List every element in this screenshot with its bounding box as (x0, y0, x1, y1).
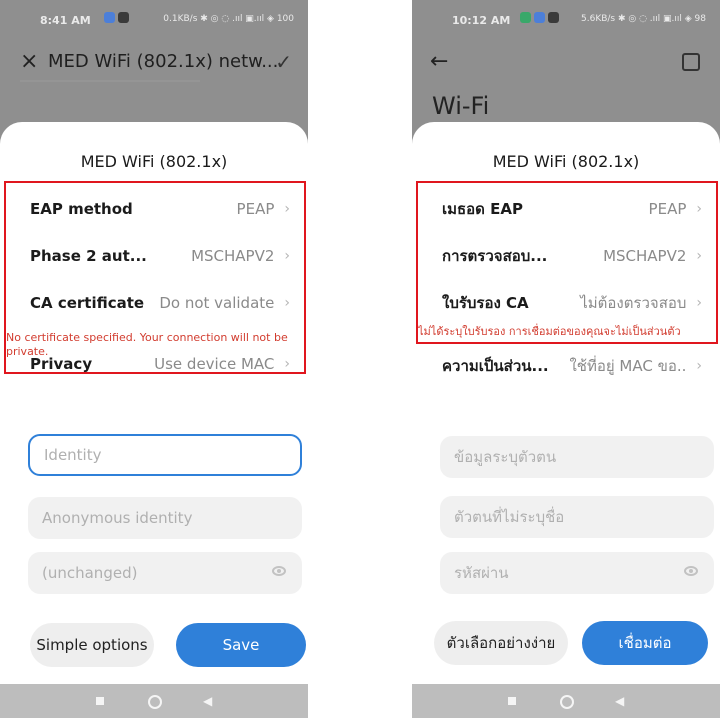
status-app-icons (104, 12, 129, 23)
identity-input[interactable]: Identity (28, 434, 302, 476)
identity-placeholder: Identity (44, 446, 102, 464)
sheet-title: MED WiFi (802.1x) (80, 152, 228, 171)
system-navigation-bar: ◀ (0, 684, 308, 718)
privacy-value: Use device MAC (154, 355, 275, 373)
recents-square-icon[interactable] (508, 697, 516, 705)
notification-app-icon (520, 12, 531, 23)
confirm-check-icon[interactable]: ✓ (275, 44, 292, 80)
privacy-row[interactable]: Privacy Use device MAC › (30, 352, 290, 376)
network-title: MED WiFi (802.1x) netw... (48, 51, 279, 72)
highlight-box (4, 181, 306, 374)
system-navigation-bar: ◀ (412, 684, 720, 718)
back-arrow-icon[interactable]: ← (430, 44, 448, 80)
top-app-bar: × MED WiFi (802.1x) netw... ✓ (0, 44, 308, 84)
phone-screen-thai: 10:12 AM 5.6KB/s ✱ ◎ ◌ .ııl ▣.ııl ◈ 98 ←… (412, 0, 720, 718)
notification-app-icon (548, 12, 559, 23)
network-config-sheet: MED WiFi (802.1x) เมธอด EAP PEAP › การตร… (412, 122, 720, 684)
top-app-bar: ← (412, 44, 720, 84)
eye-icon[interactable] (684, 566, 698, 576)
anonymous-identity-placeholder: ตัวตนที่ไม่ระบุชื่อ (454, 508, 565, 526)
highlight-box (416, 181, 718, 344)
network-config-sheet: MED WiFi (802.1x) EAP method PEAP › Phas… (0, 122, 308, 684)
chevron-right-icon: › (696, 358, 702, 374)
simple-options-button[interactable]: Simple options (30, 623, 154, 667)
close-icon[interactable]: × (20, 44, 38, 80)
privacy-value: ใช้ที่อยู่ MAC ขอ.. (569, 357, 687, 375)
identity-placeholder: ข้อมูลระบุตัวตน (454, 448, 557, 466)
home-circle-icon[interactable] (560, 695, 574, 709)
password-placeholder: รหัสผ่าน (454, 564, 509, 582)
save-button[interactable]: Save (176, 623, 306, 667)
privacy-row[interactable]: ความเป็นส่วน... ใช้ที่อยู่ MAC ขอ.. › (442, 354, 702, 378)
notification-app-icon (104, 12, 115, 23)
status-bar: 8:41 AM 0.1KB/s ✱ ◎ ◌ .ııl ▣.ııl ◈ 100 (0, 0, 308, 34)
status-app-icons (520, 12, 559, 23)
simple-options-button[interactable]: ตัวเลือกอย่างง่าย (434, 621, 568, 665)
sheet-title: MED WiFi (802.1x) (492, 152, 640, 171)
privacy-label: Privacy (30, 355, 93, 373)
password-input[interactable]: (unchanged) (28, 552, 302, 594)
anonymous-identity-input[interactable]: Anonymous identity (28, 497, 302, 539)
eye-icon[interactable] (272, 566, 286, 576)
back-triangle-icon[interactable]: ◀ (203, 694, 212, 708)
notification-app-icon (534, 12, 545, 23)
password-input[interactable]: รหัสผ่าน (440, 552, 714, 594)
notification-app-icon (118, 12, 129, 23)
anonymous-identity-placeholder: Anonymous identity (42, 509, 193, 527)
qr-scan-icon[interactable] (682, 53, 700, 71)
page-title: Wi-Fi (432, 92, 490, 120)
home-circle-icon[interactable] (148, 695, 162, 709)
status-time: 8:41 AM (40, 14, 91, 27)
status-time: 10:12 AM (452, 14, 511, 27)
status-network-indicators: 5.6KB/s ✱ ◎ ◌ .ııl ▣.ııl ◈ 98 (581, 14, 706, 24)
underlying-row-peek (20, 80, 200, 86)
password-placeholder: (unchanged) (42, 564, 138, 582)
privacy-label: ความเป็นส่วน... (442, 357, 549, 375)
status-network-indicators: 0.1KB/s ✱ ◎ ◌ .ııl ▣.ııl ◈ 100 (163, 14, 294, 24)
phone-screen-english: 8:41 AM 0.1KB/s ✱ ◎ ◌ .ııl ▣.ııl ◈ 100 ×… (0, 0, 308, 718)
recents-square-icon[interactable] (96, 697, 104, 705)
anonymous-identity-input[interactable]: ตัวตนที่ไม่ระบุชื่อ (440, 496, 714, 538)
status-bar: 10:12 AM 5.6KB/s ✱ ◎ ◌ .ııl ▣.ııl ◈ 98 (412, 0, 720, 34)
identity-input[interactable]: ข้อมูลระบุตัวตน (440, 436, 714, 478)
connect-button[interactable]: เชื่อมต่อ (582, 621, 708, 665)
back-triangle-icon[interactable]: ◀ (615, 694, 624, 708)
chevron-right-icon: › (284, 356, 290, 372)
